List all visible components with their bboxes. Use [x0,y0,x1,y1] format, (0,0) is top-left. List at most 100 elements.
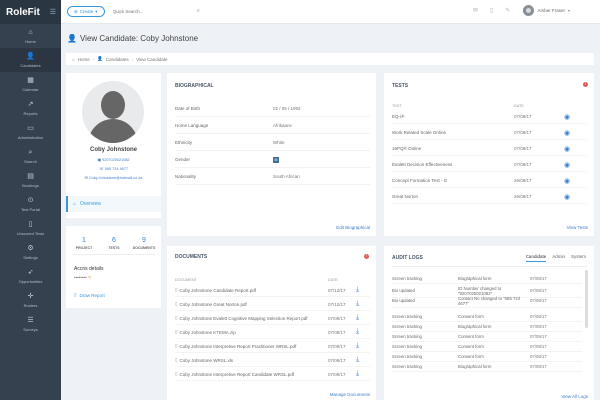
biographical-panel: BIOGRAPHICAL Date of Birth 02 / 06 / 1992… [167,73,376,236]
document-name[interactable]: Coby Johnstone KTEMA.zip [179,330,235,335]
document-icon[interactable]: ▯ [490,7,493,14]
sidebar-item-label: Opportunities [18,278,43,284]
bio-value: 02 / 06 / 1992 [273,106,301,111]
eye-icon[interactable]: ◉ [564,193,570,201]
eye-icon[interactable]: ◉ [564,129,570,137]
scrollbar[interactable] [585,270,588,328]
edit-biographical-link[interactable]: Edit Biographical [336,225,370,230]
table-row: Concept Formation Test - G 26/09/17 ◉ [392,174,587,188]
stat-label: DOCUMENTS [132,246,156,250]
audit-logs-panel: AUDIT LOGS Candidate Admin System Screen… [384,246,594,400]
sidebar-item-candidates[interactable]: 👤 Candidates [0,48,61,72]
test-date: 26/09/17 [514,194,532,199]
menu-toggle-icon[interactable]: ☰ [50,8,56,16]
sidebar-item-reports[interactable]: ↗ Reports [0,96,61,120]
pencil-icon[interactable]: ✎ [88,275,92,280]
search-icon: ⌕ [28,148,33,156]
eye-icon[interactable]: ◉ [564,161,570,169]
search-icon[interactable]: ⌕ [197,8,200,15]
sidebar-item-label: Search [24,158,37,164]
breadcrumb-home[interactable]: Home [78,57,90,62]
accns-value: •••••••• ✎ [74,275,92,281]
sidebar-item-rosters[interactable]: ✛ Rosters [0,288,61,312]
documents-title: DOCUMENTS [175,254,208,260]
table-row: Screen tracking Consent form 07/09/17 [392,332,582,342]
audit-logs-title: AUDIT LOGS [392,255,423,261]
document-name[interactable]: Coby Johnstone Interpretive Report Candi… [179,372,294,377]
documents-panel: DOCUMENTS ! DOCUMENT DATE ▯ Coby Johnston… [167,246,376,400]
candidate-phone: ☏ 085 724 4677 [98,167,129,171]
sidebar-item-home[interactable]: ⌂ Home [0,24,61,48]
tab-candidate[interactable]: Candidate [525,254,547,262]
sidebar-item-opportunities[interactable]: ➶ Opportunities [0,264,61,288]
avatar [523,5,535,16]
sidebar-item-unscored-tests[interactable]: ▯ Unscored Tests [0,216,61,240]
candidate-avatar [82,81,144,143]
stat-projects[interactable]: 1 PROJECT [70,237,98,250]
sidebar-item-test-portal[interactable]: ⊙ Test Portal [0,192,61,216]
log-date: 07/09/17 [530,324,547,329]
sidebar-item-settings[interactable]: ⚙ Settings [0,240,61,264]
rocket-icon: ➶ [27,268,34,276]
page-title-text: View Candidate: Coby Johnstone [79,34,199,43]
file-icon: ▯ [175,287,178,292]
document-name[interactable]: Coby Johnstone Evalett Cognitive Mapping… [179,316,307,321]
breadcrumb-current: View Candidate [136,56,168,62]
pencil-icon[interactable]: ✎ [505,7,510,14]
sidebar-item-label: Calendar [22,86,39,92]
brand-logo[interactable]: RoleFit [6,7,40,18]
avatar-shoulders [88,119,138,143]
download-icon[interactable]: ⤓ [356,342,359,350]
sidebar-item-calendar[interactable]: ▦ Calendar [0,72,61,96]
draw-report-label: Draw Report [79,292,105,298]
user-menu[interactable]: Amber Fraser ▾ [523,5,570,16]
sidebar-item-administration[interactable]: ▭ Administration [0,120,61,144]
download-icon[interactable]: ⤓ [356,286,359,294]
log-detail: Consent form [458,334,484,339]
sidebar-item-surveys[interactable]: ☰ Surveys [0,312,61,336]
sidebar-item-bookings[interactable]: ▤ Bookings [0,168,61,192]
eye-icon[interactable]: ◉ [564,145,570,153]
log-detail: Consent form [458,354,484,359]
document-name[interactable]: Coby Johnstone Great Norton.pdf [179,302,246,307]
eye-icon[interactable]: ◉ [564,113,570,121]
gender-badge: M [273,156,279,163]
document-name[interactable]: Coby Johnstone Candidate Report.pdf [179,288,256,293]
breadcrumb-candidates[interactable]: Candidates [106,57,129,62]
download-icon[interactable]: ⤓ [356,300,359,308]
stat-documents[interactable]: 9 DOCUMENTS [130,237,158,250]
view-all-logs-link[interactable]: View All Logs [561,394,588,399]
create-button[interactable]: ⊕ Create ▾ [67,6,105,17]
eye-icon[interactable]: ◉ [564,177,570,185]
overview-link[interactable]: ⌂ Overview [66,196,161,212]
document-name[interactable]: Coby Johnstone WRSL.xls [179,358,233,363]
view-tests-link[interactable]: View Tests [567,225,588,230]
draw-report-link[interactable]: ▯ Draw Report [74,292,105,298]
document-name[interactable]: Coby Johnstone Interpretive Report Pract… [179,344,296,349]
download-icon[interactable]: ⤓ [356,328,359,336]
tab-admin[interactable]: Admin [552,254,565,262]
user-icon: 👤 [26,52,35,60]
download-icon[interactable]: ⤓ [356,356,359,364]
quick-search-input[interactable] [112,9,193,14]
download-icon[interactable]: ⤓ [356,314,359,322]
document-icon: ▯ [28,220,33,228]
download-icon[interactable]: ⤓ [356,370,359,378]
manage-documents-link[interactable]: Manage Documents [330,392,370,397]
candidate-email[interactable]: ✉ Coby.Johnstone@hotmail.co.za [66,175,161,180]
test-date: 07/09/17 [514,146,532,151]
chevron-down-icon: ▾ [567,8,570,13]
tab-system[interactable]: System [571,254,586,262]
bio-row-language: Home Language Afrikaans [175,118,370,134]
sidebar-item-search[interactable]: ⌕ Search [0,144,61,168]
breadcrumb-separator: › [131,56,134,62]
chart-icon: ↗ [27,100,34,108]
stat-value: 6 [112,237,116,244]
bio-row-gender: Gender M [175,152,370,168]
table-row: Great Norton 26/09/17 ◉ [392,190,587,204]
divider [392,266,587,267]
message-icon[interactable]: ✉ [473,7,478,14]
stat-tests[interactable]: 6 TESTS [100,237,128,250]
divider [72,254,155,255]
page-title: 👤 View Candidate: Coby Johnstone [67,34,198,43]
